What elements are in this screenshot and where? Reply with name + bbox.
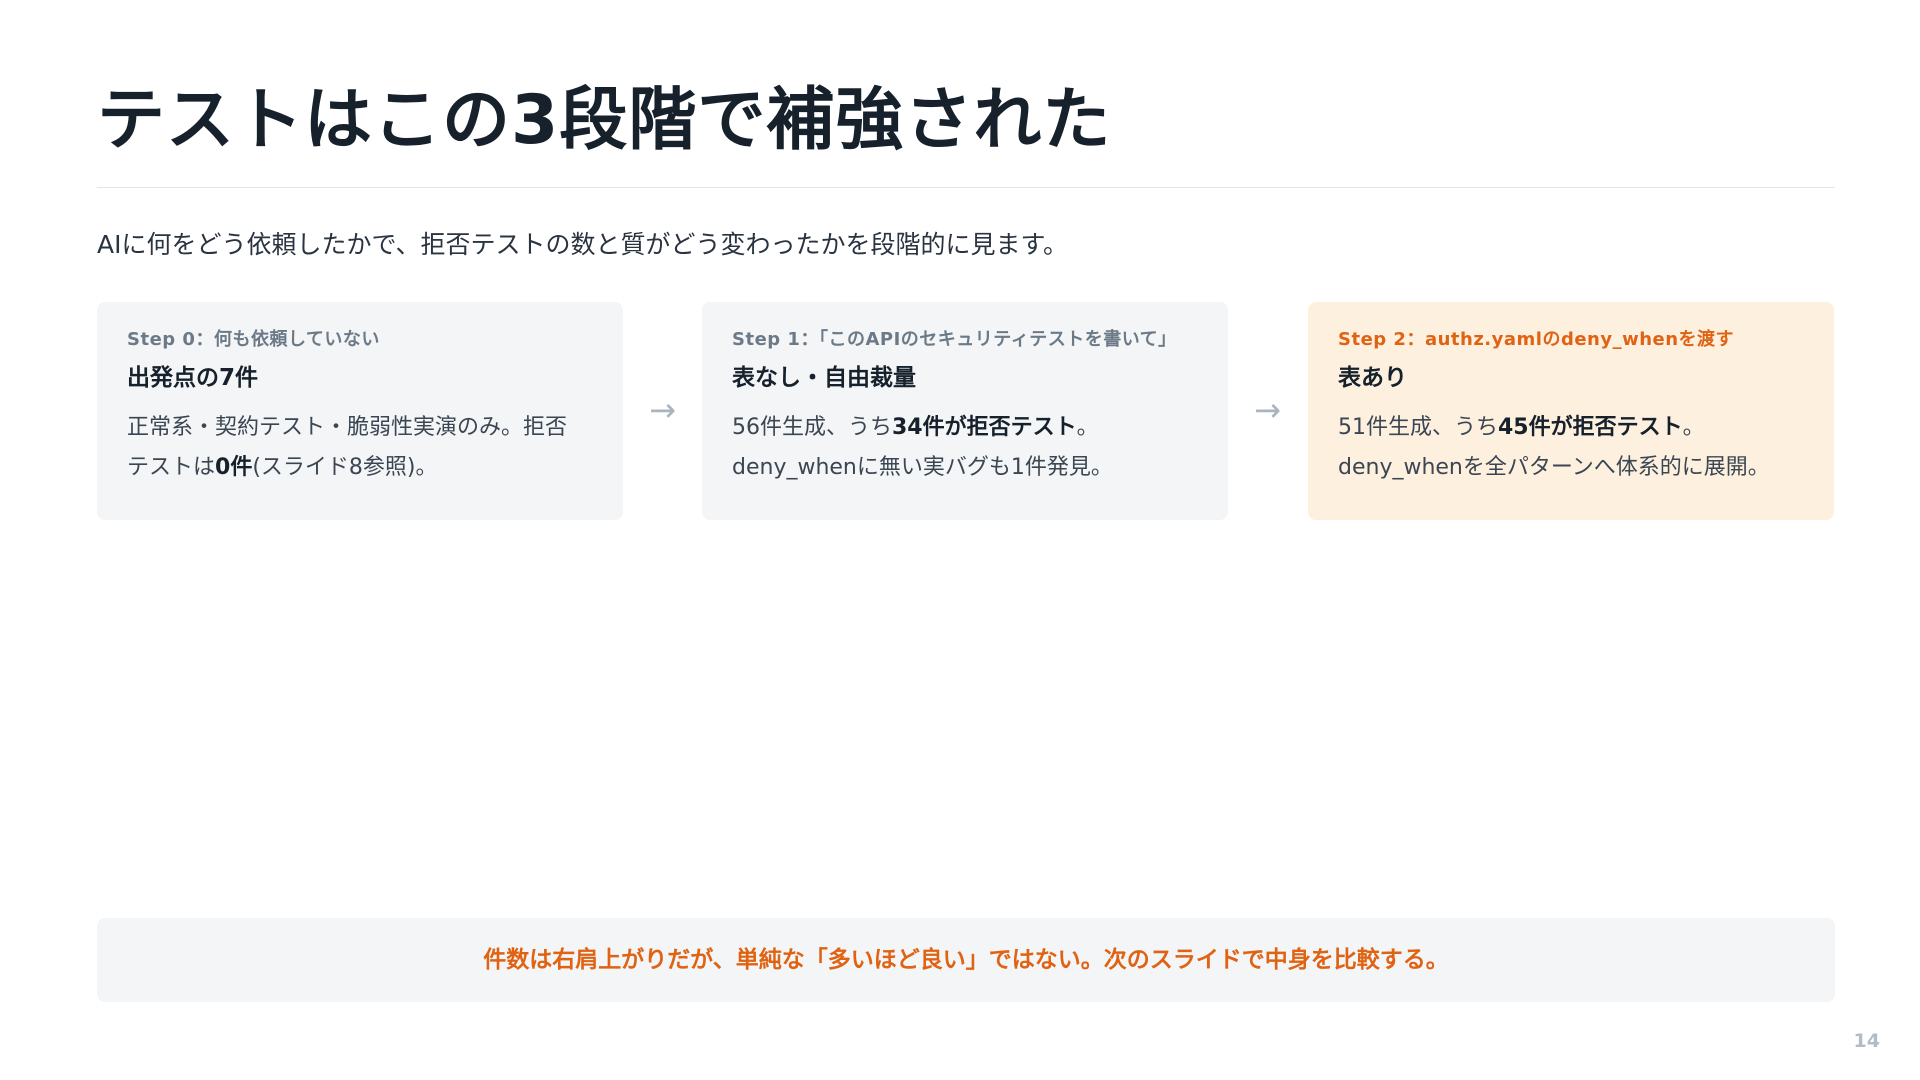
- step-card-2: Step 2：authz.yamlのdeny_whenを渡す 表あり 51件生成…: [1308, 302, 1834, 520]
- description-line-1: 51件生成、うち45件が拒否テスト。: [1338, 408, 1804, 448]
- title-divider: [97, 187, 1835, 188]
- description-emphasis: 34件が拒否テスト: [892, 415, 1077, 440]
- slide-title: テストはこの3段階で補強された: [97, 81, 1112, 160]
- description-line-1: 正常系・契約テスト・脆弱性実演のみ。拒否: [127, 408, 593, 448]
- step-heading: 表あり: [1338, 365, 1407, 391]
- description-emphasis: 45件が拒否テスト: [1498, 415, 1683, 440]
- step-heading: 表なし・自由裁量: [732, 365, 916, 391]
- step-card-0: Step 0：何も依頼していない 出発点の7件 正常系・契約テスト・脆弱性実演の…: [97, 302, 623, 520]
- description-text: 51件生成、うち: [1338, 415, 1498, 440]
- step-label: Step 2：authz.yamlのdeny_whenを渡す: [1338, 329, 1735, 350]
- step-label: Step 1：「このAPIのセキュリティテストを書いて」: [732, 329, 1177, 350]
- description-text: 正常系・契約テスト・脆弱性実演のみ。拒否: [127, 415, 568, 440]
- takeaway-callout: 件数は右肩上がりだが、単純な「多いほど良い」ではない。次のスライドで中身を比較す…: [97, 918, 1835, 1002]
- step-heading: 出発点の7件: [127, 365, 259, 391]
- description-text: (スライド8参照)。: [252, 455, 438, 480]
- step-card-1: Step 1：「このAPIのセキュリティテストを書いて」 表なし・自由裁量 56…: [702, 302, 1228, 520]
- slide-lead-text: AIに何をどう依頼したかで、拒否テストの数と質がどう変わったかを段階的に見ます。: [97, 230, 1068, 259]
- description-text: 。: [1076, 415, 1099, 440]
- step-label: Step 0：何も依頼していない: [127, 329, 380, 350]
- description-text: 。: [1682, 415, 1705, 440]
- description-emphasis: 0件: [215, 455, 253, 480]
- description-text: deny_whenに無い実バグも1件発見。: [732, 455, 1113, 480]
- arrow-right-icon: →: [1254, 391, 1281, 429]
- step-description: 51件生成、うち45件が拒否テスト。 deny_whenを全パターンへ体系的に展…: [1338, 408, 1804, 488]
- arrow-right-icon: →: [649, 391, 676, 429]
- page-number: 14: [1853, 1030, 1880, 1052]
- description-line-2: deny_whenを全パターンへ体系的に展開。: [1338, 448, 1804, 488]
- description-line-2: テストは0件(スライド8参照)。: [127, 448, 593, 488]
- description-text: 56件生成、うち: [732, 415, 892, 440]
- description-line-1: 56件生成、うち34件が拒否テスト。: [732, 408, 1198, 448]
- description-line-2: deny_whenに無い実バグも1件発見。: [732, 448, 1198, 488]
- step-description: 56件生成、うち34件が拒否テスト。 deny_whenに無い実バグも1件発見。: [732, 408, 1198, 488]
- step-cards-row: Step 0：何も依頼していない 出発点の7件 正常系・契約テスト・脆弱性実演の…: [97, 302, 1835, 520]
- step-description: 正常系・契約テスト・脆弱性実演のみ。拒否 テストは0件(スライド8参照)。: [127, 408, 593, 488]
- description-text: テストは: [127, 455, 216, 480]
- description-text: deny_whenを全パターンへ体系的に展開。: [1338, 455, 1770, 480]
